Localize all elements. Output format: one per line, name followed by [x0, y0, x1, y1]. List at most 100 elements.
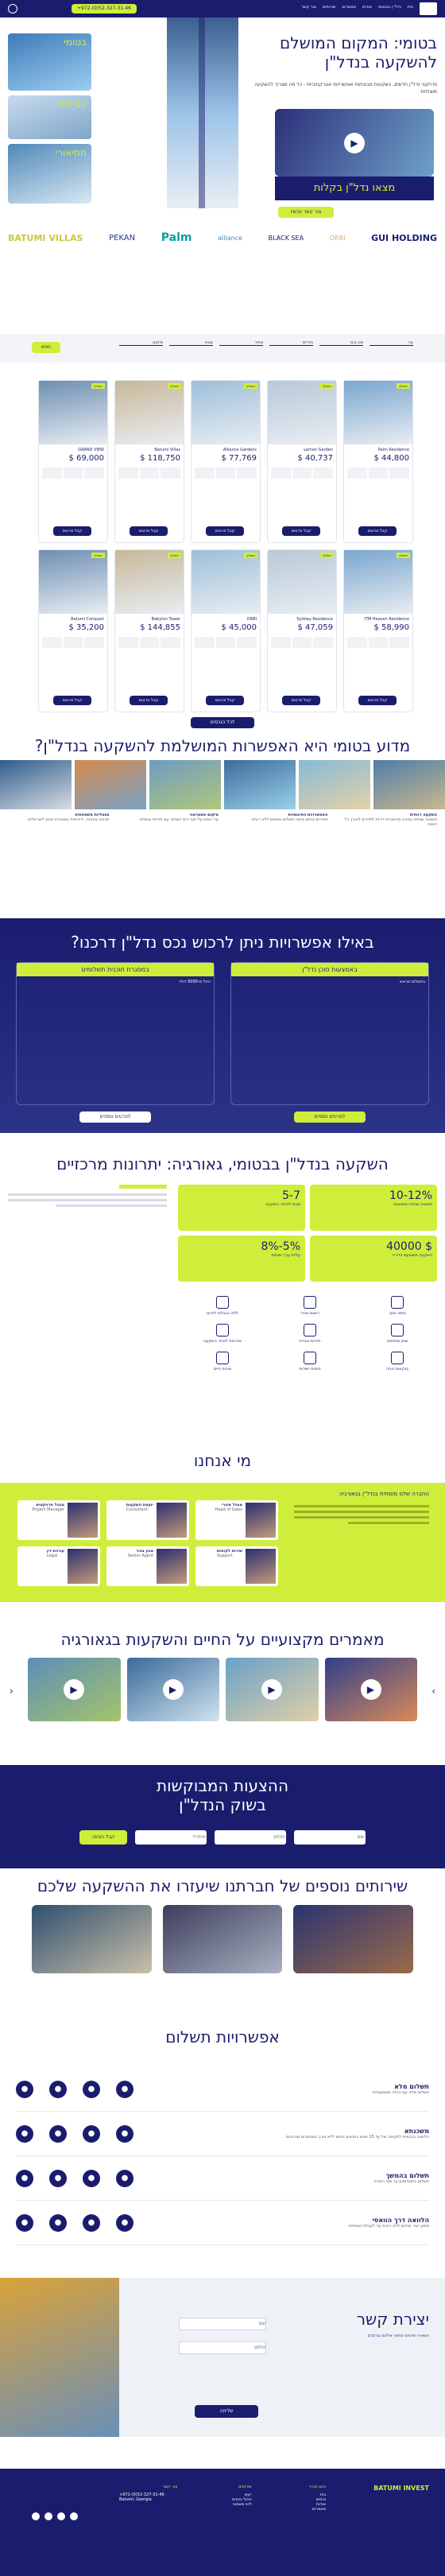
articles-section: מאמרים מקצועיים על החיים והשקעות בגאורגי… — [0, 1630, 445, 1733]
listing-card[interactable]: מומלץ ITM Heaven Residence $ 58,990 קבל פרט… — [343, 549, 413, 712]
play-icon[interactable]: ▶ — [360, 1679, 381, 1700]
phone-input[interactable] — [215, 1830, 286, 1845]
listing-details-button[interactable]: קבל פרטים — [282, 526, 320, 536]
listing-card[interactable]: מומלץ ORBI $ 45,000 קבל פרטים — [191, 549, 261, 712]
feature-icon — [391, 1296, 404, 1309]
listing-card[interactable]: מומלץ Alliance Gardens $ 77,769 קבל פרטים — [191, 380, 261, 543]
listing-name: Palm Residence — [377, 448, 409, 452]
payment-step-icon: ● — [83, 2080, 100, 2098]
nav-item[interactable]: צור קשר — [301, 5, 316, 10]
listing-details-button[interactable]: קבל פרטים — [53, 526, 91, 536]
whatsapp-icon[interactable] — [44, 2512, 52, 2520]
all-listings-button[interactable]: לכל הנכסים — [191, 717, 254, 728]
search-field[interactable]: מיקום — [119, 340, 163, 346]
listing-card[interactable]: מומלץ Batumi Villas $ 118,750 קבל פרטים — [114, 380, 184, 543]
hero-video[interactable]: ▶ — [275, 109, 434, 177]
language-icon[interactable] — [8, 4, 17, 14]
header-phone-button[interactable]: +972-(0)52-327-31-46 — [72, 4, 137, 14]
city-tile-mtsvane[interactable]: מתיאורי — [8, 144, 91, 204]
listing-image — [39, 550, 107, 614]
email-input[interactable] — [135, 1830, 207, 1845]
nav-item[interactable]: בית — [408, 5, 413, 10]
listing-details-button[interactable]: קבל פרטים — [206, 696, 244, 705]
article-card[interactable]: ▶ — [126, 1658, 219, 1721]
avatar — [246, 1503, 276, 1538]
play-icon[interactable]: ▶ — [261, 1679, 282, 1700]
avatar — [157, 1503, 187, 1538]
play-icon[interactable]: ▶ — [64, 1679, 84, 1700]
search-button[interactable]: חפש — [32, 342, 60, 353]
name-input[interactable] — [294, 1830, 366, 1845]
listing-card[interactable]: מומלץ Batumi Compact $ 35,200 קבל פרטים — [38, 549, 108, 712]
listing-details-button[interactable]: קבל פרטים — [130, 526, 168, 536]
stat-card: 5%-8% עליית ערך שנתית — [178, 1236, 305, 1282]
hero-cta-button[interactable]: צור קשר עכשיו — [278, 207, 334, 218]
nav-item[interactable]: אודות — [362, 5, 372, 10]
article-card[interactable]: ▶ — [226, 1658, 319, 1721]
instagram-icon[interactable] — [57, 2512, 65, 2520]
avatar — [68, 1549, 98, 1584]
team-member-role: Project Manager — [32, 1507, 64, 1512]
contact-name-input[interactable] — [179, 2318, 266, 2330]
play-icon[interactable]: ▶ — [162, 1679, 184, 1700]
search-field[interactable]: חדרים — [269, 340, 313, 346]
benefit-feature: אזרחות לאחר השקעה — [183, 1324, 262, 1344]
listing-details-button[interactable]: קבל פרטים — [358, 696, 397, 705]
partner-logo: BLACK SEA — [268, 234, 304, 242]
city-tile-label: טביליסי — [56, 99, 87, 110]
footer-link[interactable]: ליווי משפטי — [193, 2502, 252, 2507]
city-tile-tbilisi[interactable]: טביליסי — [8, 95, 91, 139]
listing-card[interactable]: מומלץ Lemon Garden $ 40,737 קבל פרטים — [267, 380, 337, 543]
listing-price: $ 58,990 — [373, 623, 409, 632]
listing-details-button[interactable]: קבל פרטים — [282, 696, 320, 705]
nav-item[interactable]: שירותים — [323, 5, 336, 10]
get-offer-button[interactable]: קבל הצעה — [79, 1830, 127, 1845]
partner-logo: PEKAN — [109, 233, 136, 242]
search-field[interactable]: מחיר — [219, 340, 263, 346]
contact-phone-input[interactable] — [179, 2341, 266, 2354]
carousel-prev-icon[interactable]: ‹ — [10, 1686, 14, 1697]
listing-badge: מומלץ — [397, 553, 410, 558]
search-field[interactable]: עיר — [370, 340, 413, 346]
listing-price: $ 35,200 — [68, 623, 104, 632]
about-section: מי אנחנו החברה שלנו מומחית בנדל"ן בגאורג… — [0, 1451, 445, 1602]
site-logo[interactable] — [420, 2, 437, 15]
listing-card[interactable]: מומלץ Palm Residence $ 44,800 קבל פרטים — [343, 380, 413, 543]
article-card[interactable]: ▶ — [28, 1658, 121, 1721]
listing-price: $ 44,800 — [373, 454, 409, 463]
play-icon[interactable]: ▶ — [344, 133, 365, 153]
site-footer: BATUMI INVEST ניווט מהיר בית נכסים אודות… — [0, 2469, 445, 2576]
nav-item[interactable]: נדל״ן בבטומי — [378, 5, 401, 10]
listing-card[interactable]: מומלץ Babylon Tower $ 144,855 קבל פרטים — [114, 549, 184, 712]
payment-step-icon: ● — [16, 2124, 33, 2143]
service-card[interactable] — [293, 1905, 413, 1973]
option-details-button[interactable]: לפרטים נוספים — [79, 1111, 151, 1123]
contact-submit-button[interactable]: שליחה — [195, 2405, 258, 2418]
service-card[interactable] — [31, 1905, 152, 1973]
team-member-card: שירות לקוחות Support — [195, 1546, 278, 1586]
listing-details-button[interactable]: קבל פרטים — [130, 696, 168, 705]
listing-details-button[interactable]: קבל פרטים — [358, 526, 397, 536]
listing-image — [39, 381, 107, 444]
carousel-next-icon[interactable]: › — [431, 1686, 435, 1697]
listing-price: $ 69,000 — [68, 454, 104, 463]
city-tile-batumi[interactable]: בטומי — [8, 33, 91, 91]
listing-card[interactable]: מומלץ Sydney Residence $ 47,059 קבל פרטים — [267, 549, 337, 712]
telegram-icon[interactable] — [32, 2512, 40, 2520]
listing-badge: מומלץ — [91, 383, 105, 389]
search-field[interactable]: שטח — [169, 340, 213, 346]
option-details-button[interactable]: לפרטים נוספים — [294, 1111, 366, 1123]
listing-details-button[interactable]: קבל פרטים — [53, 696, 91, 705]
nav-item[interactable]: מאמרים — [342, 5, 356, 10]
listing-card[interactable]: מומלץ GRAND VIEW $ 69,000 קבל פרטים — [38, 380, 108, 543]
footer-logo[interactable]: BATUMI INVEST — [373, 2485, 429, 2492]
footer-link[interactable]: מאמרים — [268, 2507, 326, 2512]
article-card[interactable]: ▶ — [324, 1658, 417, 1721]
contact-image — [0, 2278, 119, 2437]
listing-details-button[interactable]: קבל פרטים — [206, 526, 244, 536]
feature-icon — [391, 1352, 404, 1364]
why-card: מנטליות משפחתית סביבה בטוחה, ידידותית ומס… — [28, 813, 110, 822]
facebook-icon[interactable] — [70, 2512, 78, 2520]
service-card[interactable] — [162, 1905, 283, 1973]
search-field[interactable]: סוג נכס — [319, 340, 363, 346]
